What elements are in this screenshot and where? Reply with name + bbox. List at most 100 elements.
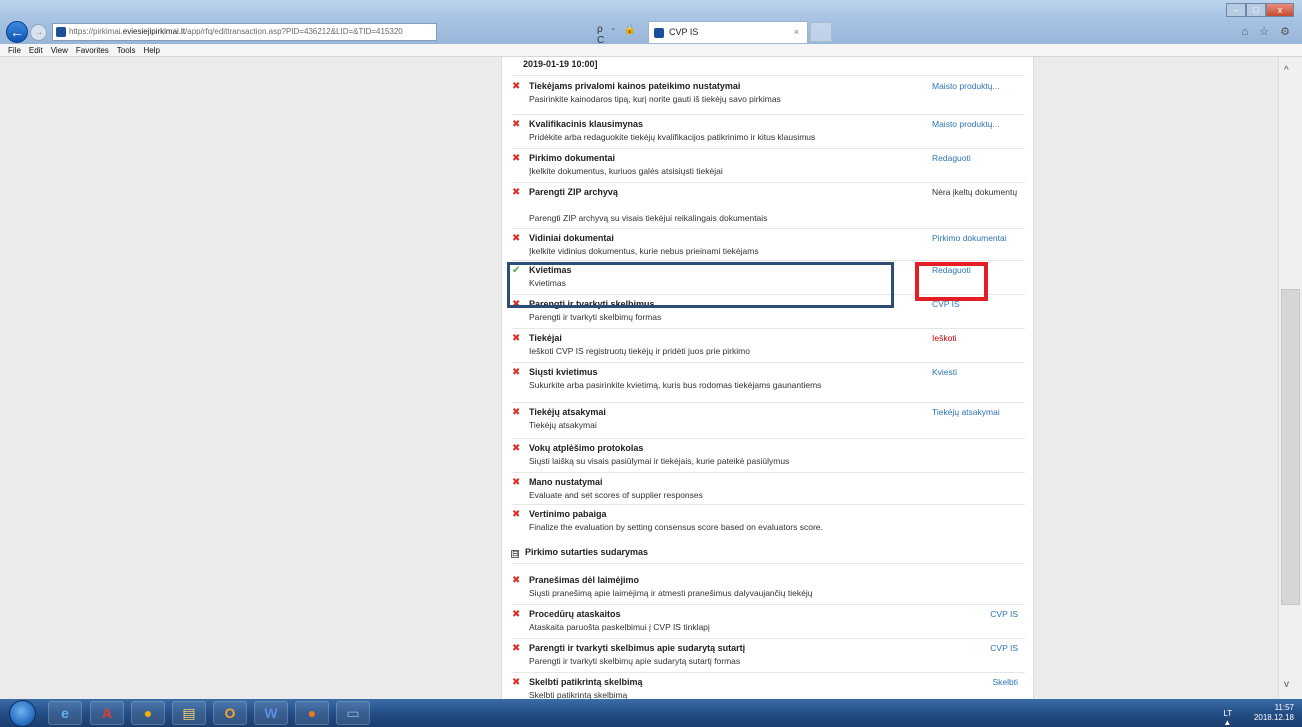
divider bbox=[512, 260, 1025, 261]
address-bar[interactable]: https://pirkimai.eviesiejipirkimai.lt/ap… bbox=[52, 23, 437, 41]
workflow-step-action-link[interactable]: Pirkimo dokumentai bbox=[932, 233, 1007, 244]
cross-icon: ✖ bbox=[512, 643, 521, 654]
tab-favicon-icon bbox=[654, 28, 664, 38]
workflow-step-action-link: Nėra įkeltų dokumentų bbox=[932, 187, 1018, 197]
workflow-step-action-link[interactable]: Maisto produktų... bbox=[932, 119, 1000, 130]
browser-toolbar-icons[interactable]: ⌂ ☆ ⚙ bbox=[1242, 25, 1294, 38]
cross-icon: ✖ bbox=[512, 609, 521, 620]
contract-step-action-link[interactable]: CVP IS bbox=[990, 643, 1018, 654]
contract-step-action-link[interactable]: Skelbti bbox=[992, 677, 1018, 688]
scroll-up-icon[interactable]: ^ bbox=[1284, 65, 1289, 76]
workflow-step-description: Parengti ir tvarkyti skelbimų formas bbox=[529, 312, 662, 322]
chrome-icon[interactable]: ● bbox=[131, 701, 165, 725]
menu-edit[interactable]: Edit bbox=[29, 44, 43, 57]
divider bbox=[512, 182, 1025, 183]
word-icon[interactable]: W bbox=[254, 701, 288, 725]
contract-step-title: Parengti ir tvarkyti skelbimus apie suda… bbox=[529, 643, 746, 653]
outlook-icon[interactable]: O bbox=[213, 701, 247, 725]
menu-file[interactable]: File bbox=[8, 44, 21, 57]
back-button[interactable]: ← bbox=[6, 21, 28, 43]
divider bbox=[512, 472, 1025, 473]
workflow-step-description: Parengti ZIP archyvą su visais tiekėjui … bbox=[529, 213, 768, 223]
cross-icon: ✖ bbox=[512, 509, 521, 520]
workflow-step-description: Įkelkite vidinius dokumentus, kurie nebu… bbox=[529, 246, 759, 256]
menu-bar: File Edit View Favorites Tools Help bbox=[0, 44, 1302, 57]
clock-date: 2018.12.18 bbox=[1253, 713, 1294, 722]
cross-icon: ✖ bbox=[512, 233, 521, 244]
new-tab-button[interactable] bbox=[810, 22, 832, 42]
contract-step-title: Pranešimas dėl laimėjimo bbox=[529, 575, 640, 585]
maximize-button[interactable]: □ bbox=[1246, 3, 1266, 17]
divider bbox=[512, 328, 1025, 329]
browser-titlebar: ← → https://pirkimai.eviesiejipirkimai.l… bbox=[0, 0, 1302, 46]
highlight-ieskoti-link bbox=[915, 262, 988, 301]
url-suffix: /app/rfq/edittransaction.asp?PID=436212&… bbox=[185, 27, 403, 36]
workflow-step-action-link[interactable]: Redaguoti bbox=[932, 153, 971, 164]
workflow-step-description: Finalize the evaluation by setting conse… bbox=[529, 522, 823, 532]
address-tools[interactable]: ρ - 🔒 C bbox=[597, 24, 647, 46]
file-explorer-icon[interactable]: ▤ bbox=[172, 701, 206, 725]
cross-icon: ✖ bbox=[512, 367, 521, 378]
scroll-down-icon[interactable]: v bbox=[1284, 679, 1289, 690]
divider bbox=[512, 438, 1025, 439]
acrobat-reader-icon[interactable]: A bbox=[90, 701, 124, 725]
workflow-step-action-link[interactable]: Maisto produktų... bbox=[932, 81, 1000, 92]
forward-button[interactable]: → bbox=[30, 24, 47, 41]
workflow-step-title: Vidiniai dokumentai bbox=[529, 233, 614, 243]
contract-step-description: Siųsti pranešimą apie laimėjimą ir atmes… bbox=[529, 588, 813, 598]
cross-icon: ✖ bbox=[512, 187, 521, 198]
tab-close-icon[interactable]: × bbox=[794, 22, 799, 42]
menu-tools[interactable]: Tools bbox=[117, 44, 136, 57]
divider bbox=[512, 402, 1025, 403]
workflow-step-description: Evaluate and set scores of supplier resp… bbox=[529, 490, 703, 500]
divider bbox=[512, 148, 1025, 149]
highlight-tiekejai-row bbox=[507, 262, 894, 308]
workflow-step-description: Pasirinkite kainodaros tipą, kurį norite… bbox=[529, 94, 781, 104]
cross-icon: ✖ bbox=[512, 477, 521, 488]
menu-favorites[interactable]: Favorites bbox=[76, 44, 109, 57]
window-controls: – □ x bbox=[1226, 3, 1296, 17]
cross-icon: ✖ bbox=[512, 333, 521, 344]
clock-time: 11:57 bbox=[1274, 703, 1294, 712]
firefox-icon[interactable]: ● bbox=[295, 701, 329, 725]
workflow-step-title: Tiekėjams privalomi kainos pateikimo nus… bbox=[529, 81, 741, 91]
language-label: LT bbox=[1223, 709, 1232, 718]
workflow-step-action-link[interactable]: Tiekėjų atsakymai bbox=[932, 407, 1000, 418]
site-favicon-icon bbox=[56, 27, 66, 37]
remote-desktop-icon[interactable]: ▭ bbox=[336, 701, 370, 725]
minimize-button[interactable]: – bbox=[1226, 3, 1246, 17]
cross-icon: ✖ bbox=[512, 575, 521, 586]
url-domain: eviesiejipirkimai.lt bbox=[122, 27, 186, 36]
windows-taskbar: e A ● ▤ O W ● ▭ LT ▲ 11:57 2018.12.18 bbox=[0, 699, 1302, 727]
workflow-step-description: Pridėkite arba redaguokite tiekėjų kvali… bbox=[529, 132, 816, 142]
cross-icon: ✖ bbox=[512, 153, 521, 164]
workflow-step-title: Parengti ZIP archyvą bbox=[529, 187, 618, 197]
divider bbox=[512, 75, 1025, 76]
collapse-icon[interactable]: ⊟ bbox=[511, 550, 519, 558]
divider bbox=[512, 228, 1025, 229]
contract-step-action-link[interactable]: CVP IS bbox=[990, 609, 1018, 620]
close-window-button[interactable]: x bbox=[1266, 3, 1294, 17]
menu-view[interactable]: View bbox=[51, 44, 68, 57]
language-indicator[interactable]: LT ▲ bbox=[1223, 709, 1232, 727]
divider bbox=[512, 114, 1025, 115]
url-prefix: https://pirkimai. bbox=[69, 27, 123, 36]
vertical-scrollbar[interactable]: ^ v bbox=[1278, 57, 1302, 699]
divider bbox=[512, 638, 1025, 639]
tray-arrow-icon[interactable]: ▲ bbox=[1223, 718, 1231, 727]
workflow-step-description: Tiekėjų atsakymai bbox=[529, 420, 597, 430]
menu-help[interactable]: Help bbox=[143, 44, 159, 57]
section-contract[interactable]: ⊟ Pirkimo sutarties sudarymas bbox=[511, 547, 648, 558]
clock[interactable]: 11:57 2018.12.18 bbox=[1244, 703, 1294, 723]
workflow-step-action-link[interactable]: Kviesti bbox=[932, 367, 957, 378]
internet-explorer-icon[interactable]: e bbox=[48, 701, 82, 725]
start-button[interactable] bbox=[9, 700, 36, 727]
scroll-thumb[interactable] bbox=[1281, 289, 1300, 605]
workflow-step-title: Vokų atplėšimo protokolas bbox=[529, 443, 644, 453]
contract-step-description: Ataskaita paruošta paskelbimui į CVP IS … bbox=[529, 622, 710, 632]
workflow-step-title: Mano nustatymai bbox=[529, 477, 603, 487]
browser-tab[interactable]: CVP IS × bbox=[648, 21, 808, 43]
contract-step-description: Parengti ir tvarkyti skelbimų apie sudar… bbox=[529, 656, 741, 666]
contract-step-title: Skelbti patikrintą skelbimą bbox=[529, 677, 643, 687]
workflow-step-action-link[interactable]: Ieškoti bbox=[932, 333, 957, 344]
